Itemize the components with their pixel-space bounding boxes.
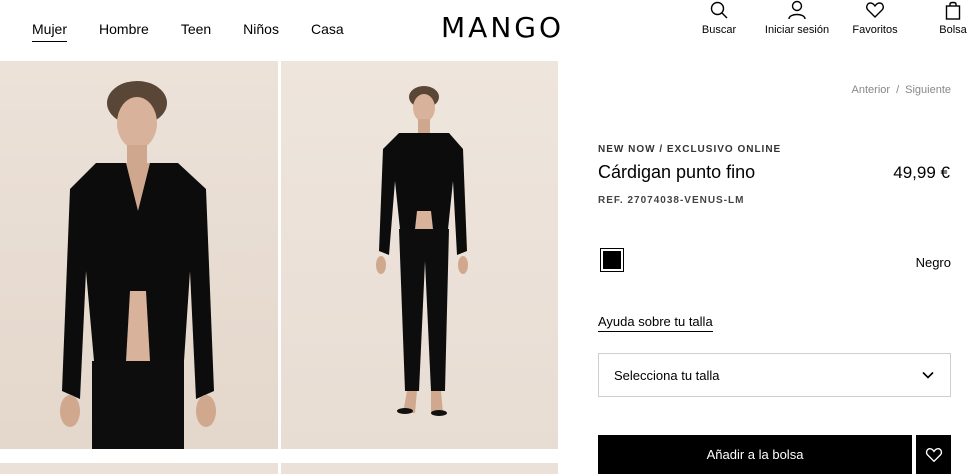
- product-photo-closeup[interactable]: [0, 61, 278, 449]
- size-select-dropdown[interactable]: Selecciona tu talla: [598, 353, 951, 397]
- nav-item-teen[interactable]: Teen: [181, 21, 211, 42]
- color-swatch-black[interactable]: [600, 248, 624, 272]
- size-help-link[interactable]: Ayuda sobre tu talla: [598, 314, 713, 332]
- product-price: 49,99 €: [893, 163, 950, 182]
- product-pager: Anterior / Siguiente: [852, 84, 951, 96]
- product-photo-3[interactable]: [0, 463, 278, 474]
- product-eyebrow: NEW NOW / EXCLUSIVO ONLINE: [598, 144, 782, 155]
- model-closeup-illustration: [60, 81, 216, 449]
- chevron-down-icon: [922, 371, 934, 379]
- main-nav: Mujer Hombre Teen Niños Casa: [32, 21, 376, 42]
- selected-color-name: Negro: [915, 255, 951, 270]
- product-title: Cárdigan punto fino: [598, 162, 756, 182]
- pager-next-link[interactable]: Siguiente: [905, 84, 951, 96]
- heart-icon: [866, 2, 884, 18]
- bag-icon: [945, 1, 961, 20]
- size-select-placeholder: Selecciona tu talla: [614, 367, 720, 383]
- product-reference: REF. 27074038-VENUS-LM: [598, 195, 745, 206]
- user-icon: [788, 0, 806, 20]
- bag-label: Bolsa: [939, 24, 967, 36]
- pager-prev-link[interactable]: Anterior: [852, 84, 891, 96]
- color-swatch-fill: [603, 251, 621, 269]
- nav-item-ninos[interactable]: Niños: [243, 21, 279, 42]
- add-to-favorites-button[interactable]: [916, 435, 951, 474]
- search-label: Buscar: [701, 24, 737, 36]
- add-to-bag-button[interactable]: Añadir a la bolsa: [598, 435, 912, 474]
- search-button[interactable]: Buscar: [697, 0, 741, 36]
- brand-logo[interactable]: MANGO: [441, 11, 564, 44]
- heart-icon: [925, 447, 942, 462]
- product-gallery: [0, 61, 558, 474]
- site-header: Mujer Hombre Teen Niños Casa MANGO Busca…: [0, 0, 979, 60]
- login-label: Iniciar sesión: [764, 24, 830, 36]
- bag-button[interactable]: Bolsa: [934, 0, 972, 36]
- nav-item-mujer[interactable]: Mujer: [32, 21, 68, 42]
- product-photo-4[interactable]: [281, 463, 558, 474]
- favorites-label: Favoritos: [852, 24, 898, 36]
- login-button[interactable]: Iniciar sesión: [761, 0, 833, 36]
- nav-item-hombre[interactable]: Hombre: [99, 21, 149, 42]
- favorites-button[interactable]: Favoritos: [849, 0, 901, 36]
- model-fullbody-illustration: [376, 86, 468, 416]
- product-photo-fullbody[interactable]: [281, 61, 558, 449]
- pager-separator: /: [896, 84, 900, 96]
- search-icon: [710, 1, 728, 19]
- nav-item-casa[interactable]: Casa: [311, 21, 344, 42]
